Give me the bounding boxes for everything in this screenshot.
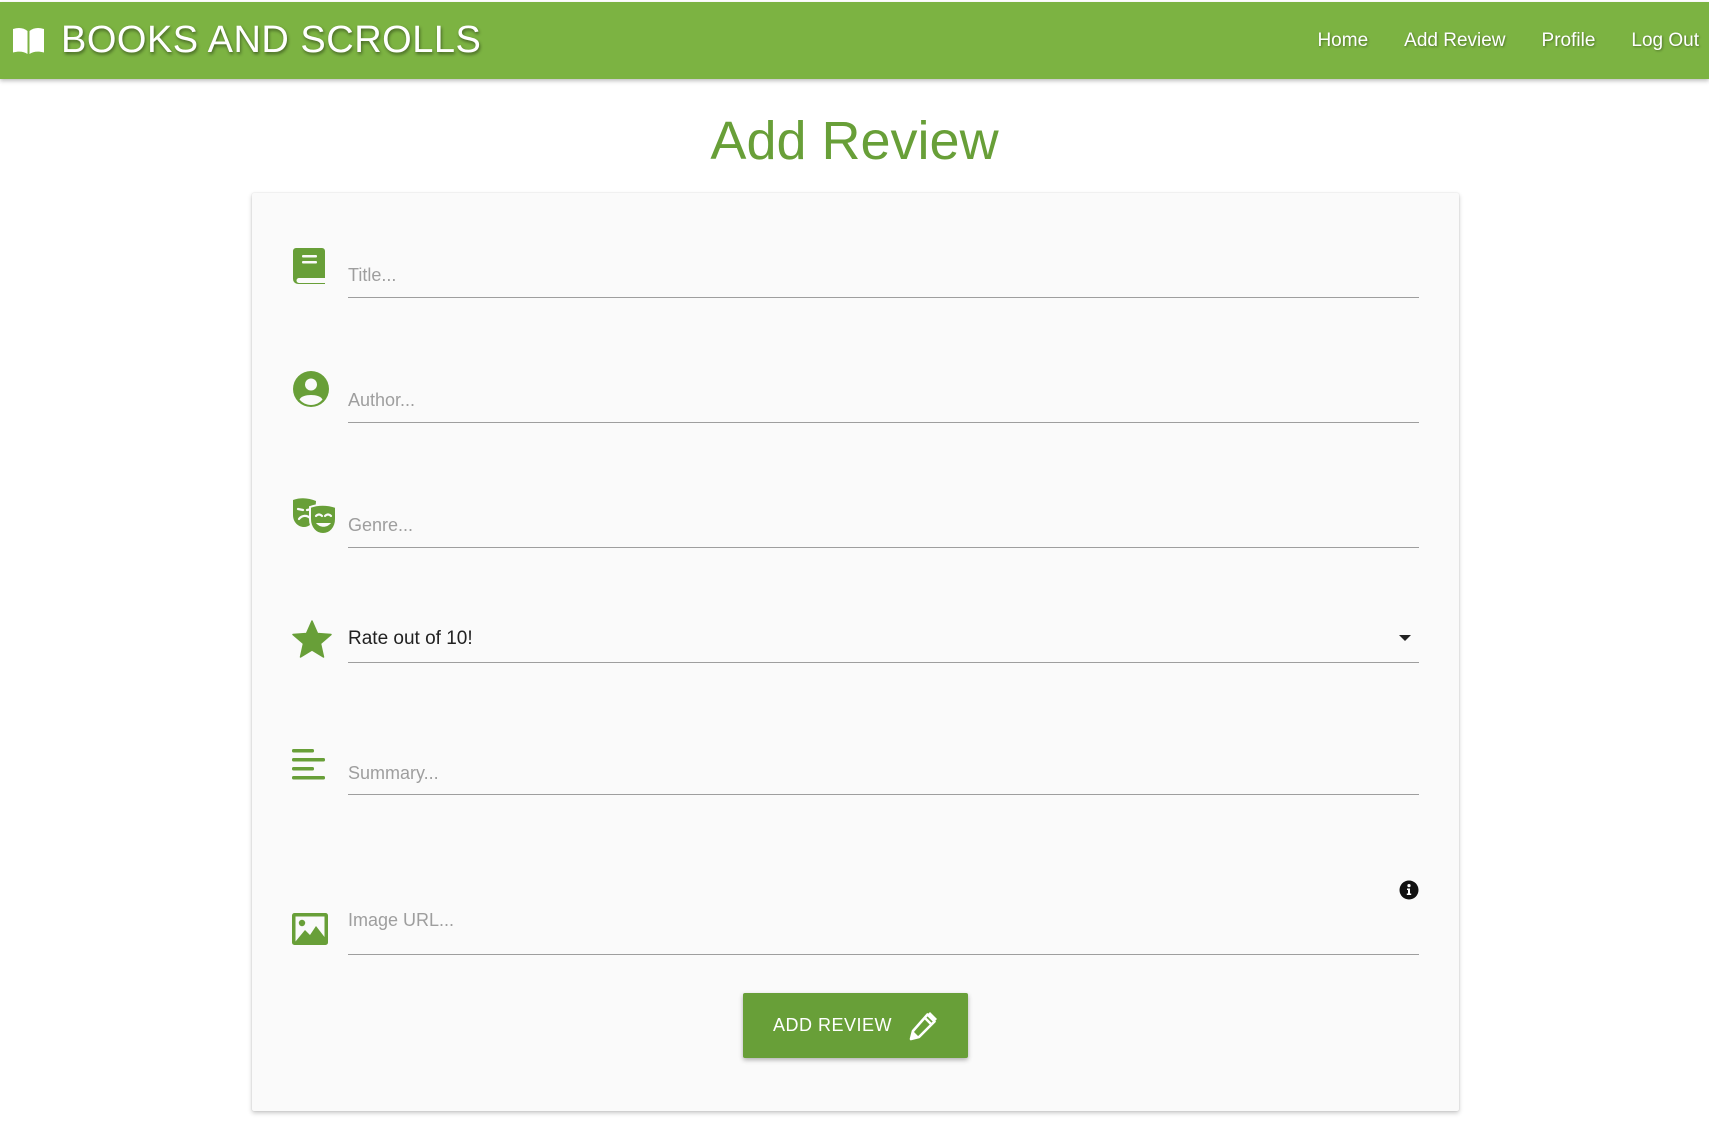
summary-input[interactable] — [348, 752, 1419, 795]
image-url-field — [292, 866, 1419, 956]
chevron-down-icon — [1399, 635, 1411, 641]
summary-field — [292, 740, 1419, 800]
brand-logo[interactable]: BOOKS AND SCROLLS — [11, 2, 481, 79]
author-input[interactable] — [348, 378, 1419, 423]
genre-input[interactable] — [348, 503, 1419, 548]
align-left-icon — [292, 741, 338, 787]
title-field — [292, 241, 1419, 301]
pencil-icon — [908, 1011, 938, 1041]
nav-links: Home Add Review Profile Log Out — [1281, 2, 1699, 79]
genre-field — [292, 491, 1419, 551]
title-input[interactable] — [348, 253, 1419, 298]
nav-link-add-review[interactable]: Add Review — [1404, 30, 1505, 52]
image-icon — [292, 906, 338, 952]
navbar: BOOKS AND SCROLLS Home Add Review Profil… — [0, 2, 1709, 79]
nav-link-profile[interactable]: Profile — [1542, 30, 1596, 52]
add-review-button-label: ADD REVIEW — [772, 1015, 892, 1035]
open-book-icon — [11, 26, 46, 56]
star-icon — [292, 616, 338, 662]
nav-link-home[interactable]: Home — [1317, 30, 1368, 52]
add-review-form: Rate out of 10! — [252, 193, 1459, 1111]
rating-select-value: Rate out of 10! — [348, 628, 473, 649]
book-icon — [292, 243, 338, 289]
author-field — [292, 366, 1419, 426]
rating-field: Rate out of 10! — [292, 616, 1419, 676]
rating-select[interactable]: Rate out of 10! — [348, 616, 1419, 663]
nav-link-log-out[interactable]: Log Out — [1631, 30, 1699, 52]
image-url-input[interactable] — [348, 887, 1419, 955]
add-review-button[interactable]: ADD REVIEW — [743, 993, 968, 1058]
account-circle-icon — [292, 366, 338, 412]
brand-name: BOOKS AND SCROLLS — [61, 19, 482, 61]
page-title: Add Review — [710, 111, 999, 171]
info-circle-icon[interactable] — [1399, 880, 1419, 900]
theater-masks-icon — [292, 493, 340, 539]
